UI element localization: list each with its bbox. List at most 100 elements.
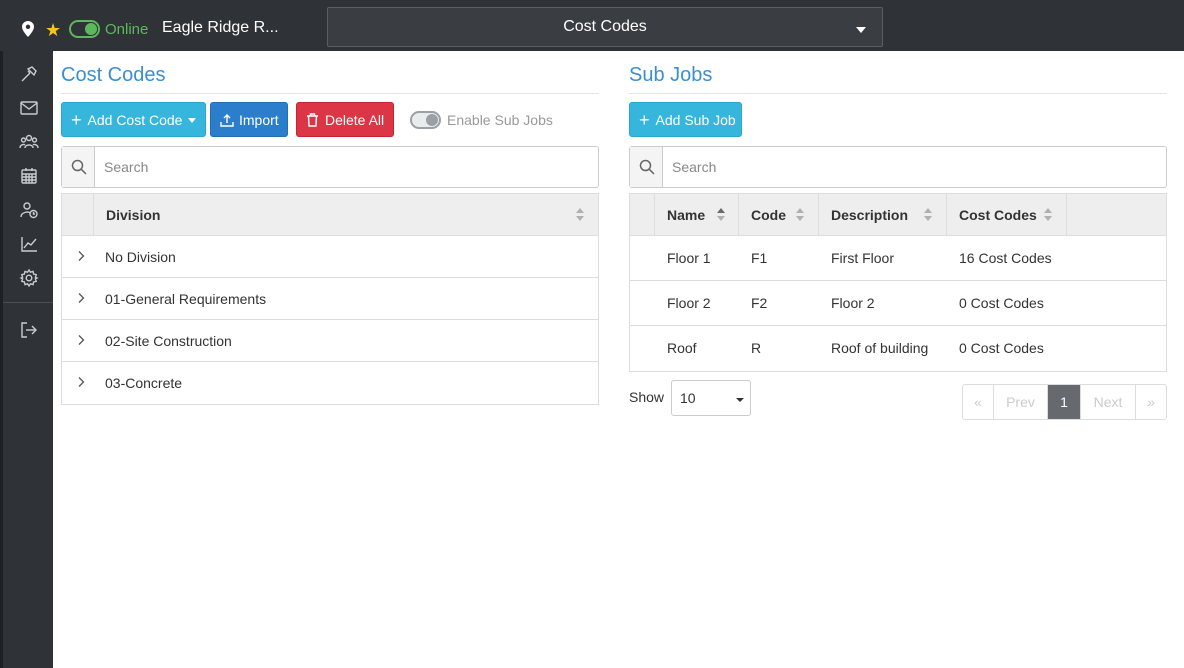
trash-icon <box>307 113 318 127</box>
left-sidebar <box>0 51 53 668</box>
page-selector-value: Cost Codes <box>563 18 647 35</box>
description-column-header[interactable]: Description <box>819 194 947 235</box>
delete-all-button[interactable]: Delete All <box>296 102 394 137</box>
online-status-label: Online <box>105 21 149 38</box>
add-sub-job-button[interactable]: + Add Sub Job <box>629 102 742 137</box>
sort-icon[interactable] <box>924 208 932 222</box>
chevron-right-icon[interactable] <box>75 250 87 262</box>
sub-job-name-link[interactable]: Floor 1 <box>667 250 711 266</box>
search-addon <box>62 147 95 187</box>
sub-job-cost-codes-link[interactable]: 0 Cost Codes <box>959 295 1044 311</box>
pagination: « Prev 1 Next » <box>962 384 1167 420</box>
chevron-down-icon <box>856 27 866 33</box>
code-header-label: Code <box>751 207 786 223</box>
sub-job-description: Roof of building <box>831 340 929 356</box>
sub-job-cost-codes-link[interactable]: 16 Cost Codes <box>959 250 1052 266</box>
chart-icon[interactable] <box>19 234 39 254</box>
prev-page-button[interactable]: Prev <box>994 385 1048 419</box>
add-cost-code-button[interactable]: + Add Cost Code <box>61 102 206 137</box>
online-toggle[interactable] <box>69 20 100 38</box>
page-size-select[interactable]: 10 <box>671 380 751 416</box>
sub-job-code: R <box>751 340 762 356</box>
header-gutter <box>62 194 94 235</box>
table-row: Floor 2 F2 Floor 2 0 Cost Codes <box>630 281 1166 326</box>
table-row: Roof R Roof of building 0 Cost Codes <box>630 326 1166 371</box>
division-name: 03-Concrete <box>105 375 183 391</box>
top-bar: ★ Online Eagle Ridge R... Cost Codes <box>0 0 1184 51</box>
sub-job-description: Floor 2 <box>831 295 875 311</box>
division-row[interactable]: 02-Site Construction <box>62 320 598 362</box>
users-icon[interactable] <box>19 132 39 152</box>
logout-icon[interactable] <box>19 320 39 340</box>
sort-icon[interactable] <box>576 208 584 222</box>
add-sub-job-label: Add Sub Job <box>655 112 736 128</box>
sub-job-name-link[interactable]: Roof <box>667 340 697 356</box>
upload-icon <box>220 114 234 127</box>
sort-icon[interactable] <box>1044 208 1052 222</box>
chevron-right-icon[interactable] <box>75 292 87 304</box>
search-icon <box>639 159 655 175</box>
sub-jobs-search-input[interactable] <box>664 147 1164 187</box>
division-name: No Division <box>105 249 176 265</box>
sub-job-code: F1 <box>751 250 768 266</box>
header-gutter <box>630 194 655 235</box>
chevron-right-icon[interactable] <box>75 334 87 346</box>
location-pin-icon[interactable] <box>22 21 34 37</box>
calendar-icon[interactable] <box>19 166 39 186</box>
delete-all-label: Delete All <box>325 112 385 128</box>
division-row[interactable]: No Division <box>62 236 598 278</box>
import-button[interactable]: Import <box>210 102 288 137</box>
division-row[interactable]: 01-General Requirements <box>62 278 598 320</box>
cost-codes-divider <box>61 93 599 94</box>
gear-icon[interactable] <box>19 268 39 288</box>
sub-job-cost-codes-link[interactable]: 0 Cost Codes <box>959 340 1044 356</box>
page-selector-dropdown[interactable]: Cost Codes <box>327 7 883 47</box>
last-page-button[interactable]: » <box>1136 385 1166 419</box>
description-header-label: Description <box>831 207 909 223</box>
sub-jobs-title: Sub Jobs <box>629 64 713 86</box>
division-table-header: Division <box>62 194 598 236</box>
toggle-knob <box>426 114 438 126</box>
name-header-label: Name <box>667 207 706 223</box>
search-addon <box>630 147 663 187</box>
sidebar-divider <box>3 302 53 303</box>
division-name: 02-Site Construction <box>105 333 232 349</box>
sort-icon[interactable] <box>796 208 804 222</box>
sub-jobs-divider <box>629 93 1167 94</box>
hammer-icon[interactable] <box>19 64 39 84</box>
chevron-right-icon[interactable] <box>75 376 87 388</box>
mail-icon[interactable] <box>19 98 39 118</box>
sub-job-name-link[interactable]: Floor 2 <box>667 295 711 311</box>
cost-codes-title: Cost Codes <box>61 64 166 86</box>
next-page-button[interactable]: Next <box>1081 385 1136 419</box>
favorite-star-icon[interactable]: ★ <box>45 21 61 39</box>
division-table: Division No Division 01-General Requirem… <box>61 193 599 405</box>
code-column-header[interactable]: Code <box>739 194 819 235</box>
sub-job-code: F2 <box>751 295 768 311</box>
sort-icon[interactable] <box>717 208 725 222</box>
search-icon <box>71 159 87 175</box>
add-cost-code-label: Add Cost Code <box>87 112 183 128</box>
division-row[interactable]: 03-Concrete <box>62 362 598 404</box>
sub-jobs-search <box>629 146 1167 188</box>
import-label: Import <box>239 112 279 128</box>
cost-codes-column-header[interactable]: Cost Codes <box>947 194 1067 235</box>
page-size-value: 10 <box>680 390 696 406</box>
cost-codes-header-label: Cost Codes <box>959 207 1037 223</box>
cost-codes-search-input[interactable] <box>96 147 596 187</box>
first-page-button[interactable]: « <box>963 385 994 419</box>
plus-icon: + <box>71 110 82 130</box>
enable-sub-jobs-toggle[interactable] <box>410 111 441 129</box>
user-clock-icon[interactable] <box>19 200 39 220</box>
show-label: Show <box>629 389 665 405</box>
chevron-down-icon <box>736 398 744 402</box>
project-name[interactable]: Eagle Ridge R... <box>162 19 279 37</box>
name-column-header[interactable]: Name <box>655 194 739 235</box>
plus-icon: + <box>639 110 650 130</box>
table-row: Floor 1 F1 First Floor 16 Cost Codes <box>630 236 1166 281</box>
toggle-knob <box>85 23 97 35</box>
page-1-button[interactable]: 1 <box>1048 385 1081 419</box>
enable-sub-jobs-label: Enable Sub Jobs <box>447 112 553 128</box>
sub-jobs-table: Name Code Description Cost Codes Floor 1… <box>629 193 1167 372</box>
division-column-header[interactable]: Division <box>106 207 160 223</box>
